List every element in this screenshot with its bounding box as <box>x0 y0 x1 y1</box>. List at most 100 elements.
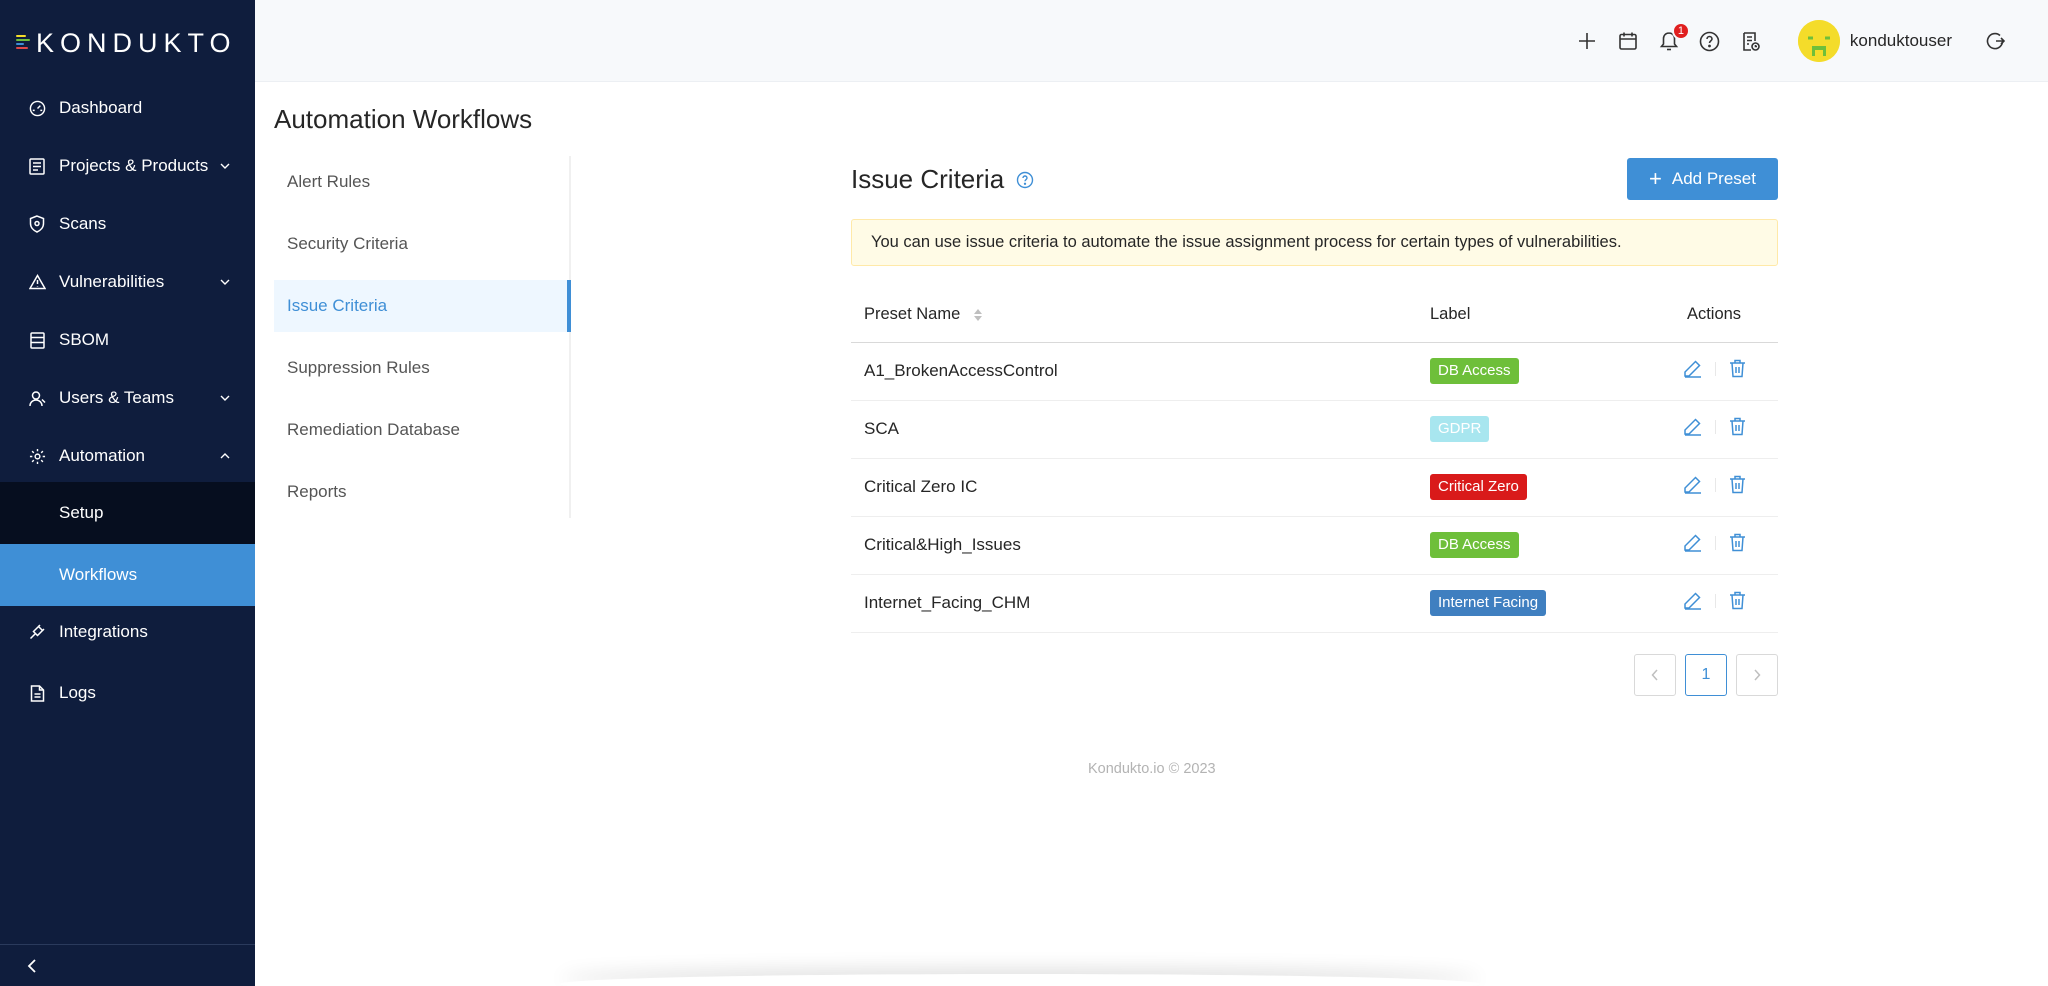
sidebar-item-label: Vulnerabilities <box>59 272 165 291</box>
bell-icon[interactable]: 1 <box>1656 22 1690 54</box>
plus-icon[interactable] <box>1574 28 1600 54</box>
sidebar-item-automation[interactable]: Automation <box>0 430 255 482</box>
label-cell: GDPR <box>1430 400 1650 459</box>
workflow-subnav: Alert Rules Security Criteria Issue Crit… <box>274 156 571 518</box>
top-header: 1 konduktouser <box>255 0 2048 82</box>
logout-icon[interactable] <box>1982 28 2008 54</box>
sidebar-item-label: Integrations <box>59 622 148 641</box>
sidebar-item-sbom[interactable]: SBOM <box>0 314 255 366</box>
page-title: Automation Workflows <box>274 104 533 134</box>
next-page-button[interactable] <box>1736 654 1778 696</box>
subnav-security-criteria[interactable]: Security Criteria <box>274 218 569 270</box>
delete-icon[interactable] <box>1729 533 1746 552</box>
edit-icon[interactable] <box>1683 475 1702 494</box>
sidebar-item-logs[interactable]: Logs <box>0 658 255 728</box>
projects-icon <box>28 157 46 175</box>
report-icon[interactable] <box>1738 28 1764 54</box>
preset-name-cell: A1_BrokenAccessControl <box>851 342 1430 401</box>
edit-icon[interactable] <box>1683 533 1702 552</box>
preset-name-cell: Critical Zero IC <box>851 458 1430 517</box>
dashboard-icon <box>28 99 46 117</box>
sidebar-item-projects-products[interactable]: Projects & Products <box>0 134 255 198</box>
edit-icon[interactable] <box>1683 591 1702 610</box>
label-cell: DB Access <box>1430 342 1650 401</box>
logo-mark-icon <box>16 34 32 52</box>
sidebar-item-label: Automation <box>59 446 145 465</box>
delete-icon[interactable] <box>1729 591 1746 610</box>
page-number-button[interactable]: 1 <box>1685 654 1727 696</box>
sidebar-subitem-workflows[interactable]: Workflows <box>0 544 255 606</box>
label-tag: GDPR <box>1430 416 1490 442</box>
avatar[interactable] <box>1797 20 1840 62</box>
actions-cell <box>1650 400 1778 459</box>
preset-name-cell: Critical&High_Issues <box>851 516 1430 575</box>
section-title-text: Issue Criteria <box>851 164 1005 194</box>
prev-page-button[interactable] <box>1634 654 1676 696</box>
plus-icon: + <box>1649 166 1662 191</box>
preset-name-cell: SCA <box>851 400 1430 459</box>
question-circle-icon[interactable] <box>1016 171 1034 189</box>
chevron-down-icon <box>220 163 230 169</box>
column-header-label: Label <box>1430 288 1650 343</box>
sidebar-subitem-setup[interactable]: Setup <box>0 482 255 544</box>
footer-copyright: Kondukto.io © 2023 <box>1088 761 1216 777</box>
column-header-preset-name[interactable]: Preset Name <box>851 288 1430 343</box>
chevron-right-icon <box>1754 669 1761 681</box>
label-tag: DB Access <box>1430 532 1519 558</box>
column-header-actions: Actions <box>1650 288 1778 343</box>
calendar-icon[interactable] <box>1615 28 1641 54</box>
users-icon <box>28 389 46 407</box>
delete-icon[interactable] <box>1729 475 1746 494</box>
edit-icon[interactable] <box>1683 359 1702 378</box>
sidebar-item-users-teams[interactable]: Users & Teams <box>0 366 255 430</box>
sidebar-item-dashboard[interactable]: Dashboard <box>0 82 255 134</box>
subnav-remediation-database[interactable]: Remediation Database <box>274 404 569 456</box>
sidebar-item-integrations[interactable]: Integrations <box>0 606 255 658</box>
file-icon <box>28 684 46 702</box>
sidebar-nav: Dashboard Projects & Products Scans Vuln… <box>0 82 255 728</box>
chevron-left-icon <box>1651 669 1658 681</box>
add-preset-button[interactable]: + Add Preset <box>1627 158 1778 200</box>
label-cell: Internet Facing <box>1430 574 1650 633</box>
chevron-down-icon <box>220 279 230 285</box>
table-header-row: Preset Name Label Actions <box>851 288 1778 343</box>
username[interactable]: konduktouser <box>1850 31 1952 51</box>
delete-icon[interactable] <box>1729 359 1746 378</box>
label-cell: DB Access <box>1430 516 1650 575</box>
delete-icon[interactable] <box>1729 417 1746 436</box>
table-row: Critical Zero IC Critical Zero <box>851 458 1778 517</box>
help-icon[interactable] <box>1697 28 1723 54</box>
table-row: A1_BrokenAccessControl DB Access <box>851 342 1778 401</box>
chevron-left-icon <box>27 958 36 973</box>
header-actions: 1 konduktouser <box>1559 0 2008 82</box>
action-separator <box>1714 477 1716 492</box>
action-separator <box>1714 535 1716 550</box>
presets-table: Preset Name Label Actions A1_BrokenAcces… <box>851 288 1778 633</box>
kondukto-logo[interactable]: KONDUKTO <box>16 28 237 58</box>
sidebar-collapse-button[interactable] <box>0 944 255 986</box>
label-tag: Critical Zero <box>1430 474 1527 500</box>
chevron-down-icon <box>220 395 230 401</box>
table-row: Internet_Facing_CHM Internet Facing <box>851 574 1778 633</box>
sidebar-item-label: Dashboard <box>59 98 143 117</box>
sidebar-item-vulnerabilities[interactable]: Vulnerabilities <box>0 250 255 314</box>
sort-icon[interactable] <box>973 307 983 323</box>
subnav-suppression-rules[interactable]: Suppression Rules <box>274 342 569 394</box>
subnav-reports[interactable]: Reports <box>274 466 569 518</box>
logo-text: KONDUKTO <box>36 27 237 58</box>
sidebar-item-label: Scans <box>59 214 107 233</box>
edit-icon[interactable] <box>1683 417 1702 436</box>
section-title: Issue Criteria <box>851 164 1034 195</box>
subnav-issue-criteria[interactable]: Issue Criteria <box>274 280 571 332</box>
sidebar: KONDUKTO Dashboard Projects & Products S… <box>0 0 255 986</box>
sidebar-item-label: Users & Teams <box>59 388 174 407</box>
subnav-alert-rules[interactable]: Alert Rules <box>274 156 569 208</box>
sbom-icon <box>28 331 46 349</box>
sidebar-item-label: SBOM <box>59 330 110 349</box>
notification-badge: 1 <box>1671 22 1690 40</box>
label-tag: Internet Facing <box>1430 590 1547 616</box>
sidebar-item-scans[interactable]: Scans <box>0 198 255 250</box>
action-separator <box>1714 361 1716 376</box>
label-cell: Critical Zero <box>1430 458 1650 517</box>
warning-icon <box>28 273 46 291</box>
